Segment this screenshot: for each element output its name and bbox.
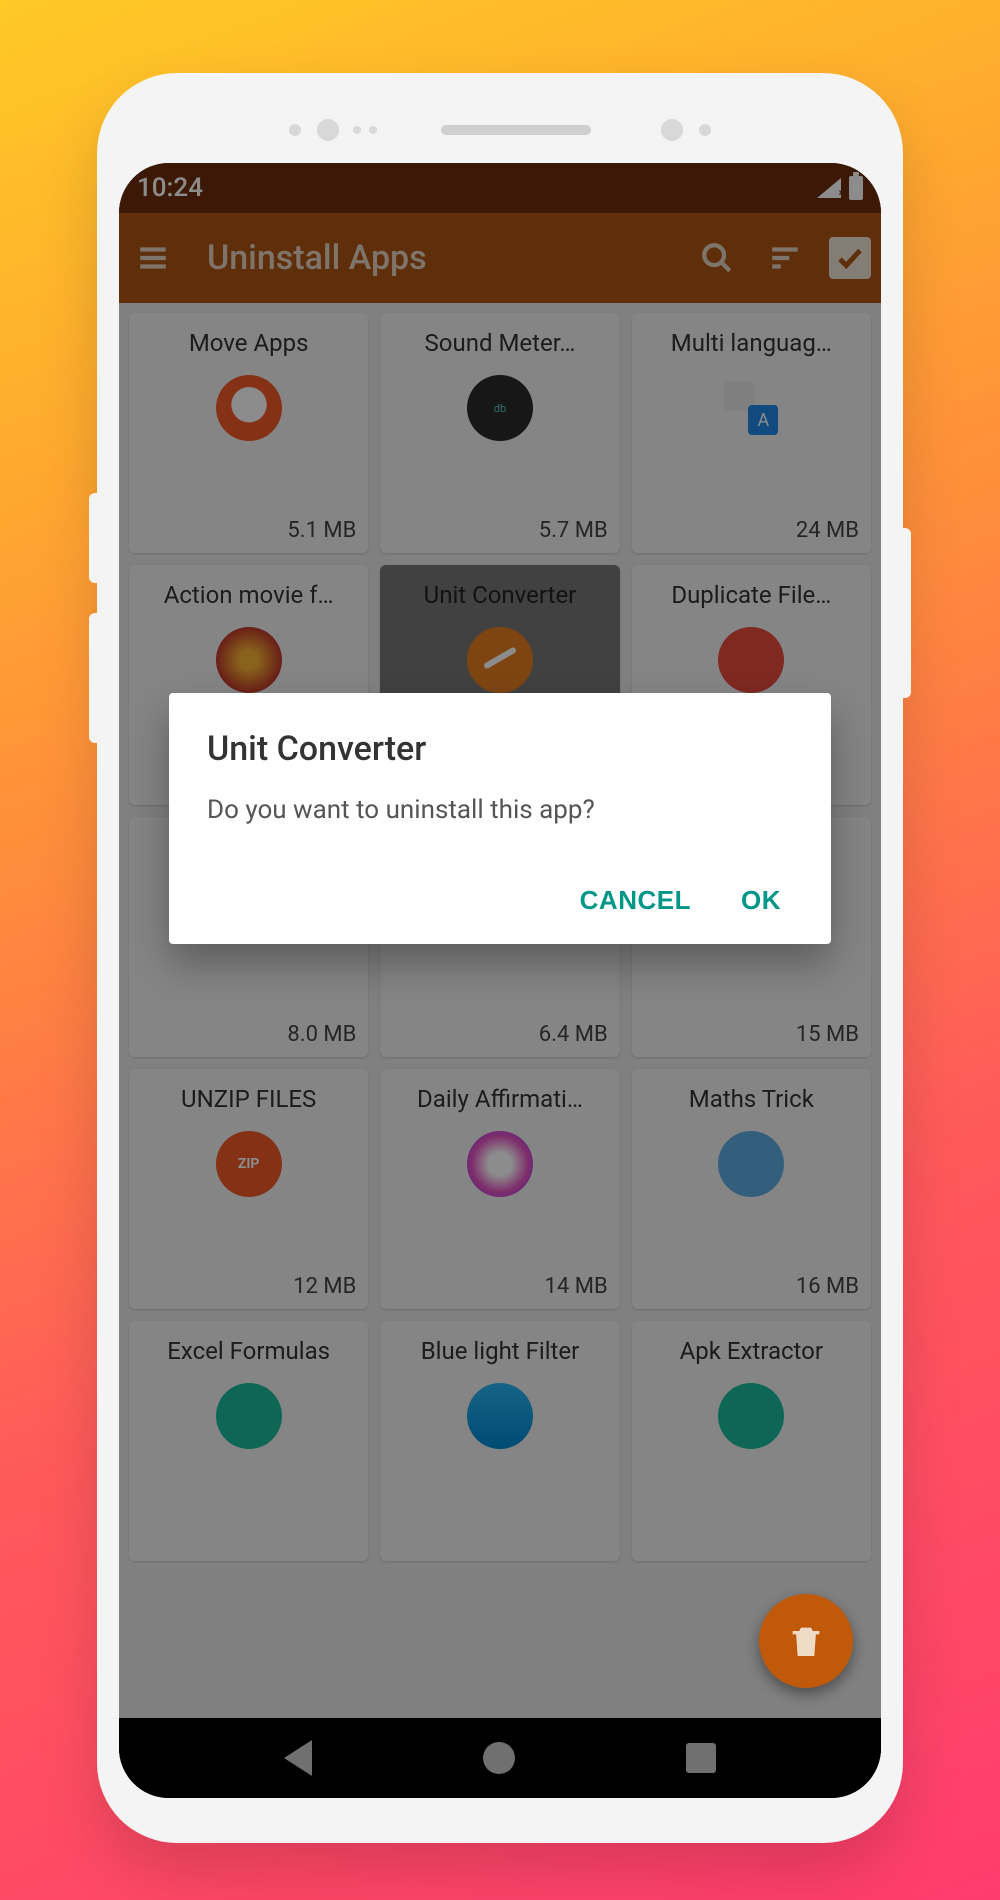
cancel-button[interactable]: CANCEL (580, 885, 691, 916)
phone-side-button (89, 613, 99, 743)
modal-scrim[interactable] (119, 163, 881, 1798)
uninstall-dialog: Unit Converter Do you want to uninstall … (169, 693, 831, 944)
ok-button[interactable]: OK (741, 885, 781, 916)
dialog-message: Do you want to uninstall this app? (207, 795, 793, 825)
phone-side-button (901, 528, 911, 698)
phone-sensors (97, 119, 903, 141)
trash-icon (786, 1621, 826, 1661)
delete-fab[interactable] (759, 1594, 853, 1688)
screen: 10:24 × Uninstall Apps Move Apps5 (119, 163, 881, 1798)
dialog-title: Unit Converter (207, 729, 793, 769)
phone-side-button (89, 493, 99, 583)
phone-frame: 10:24 × Uninstall Apps Move Apps5 (97, 73, 903, 1843)
